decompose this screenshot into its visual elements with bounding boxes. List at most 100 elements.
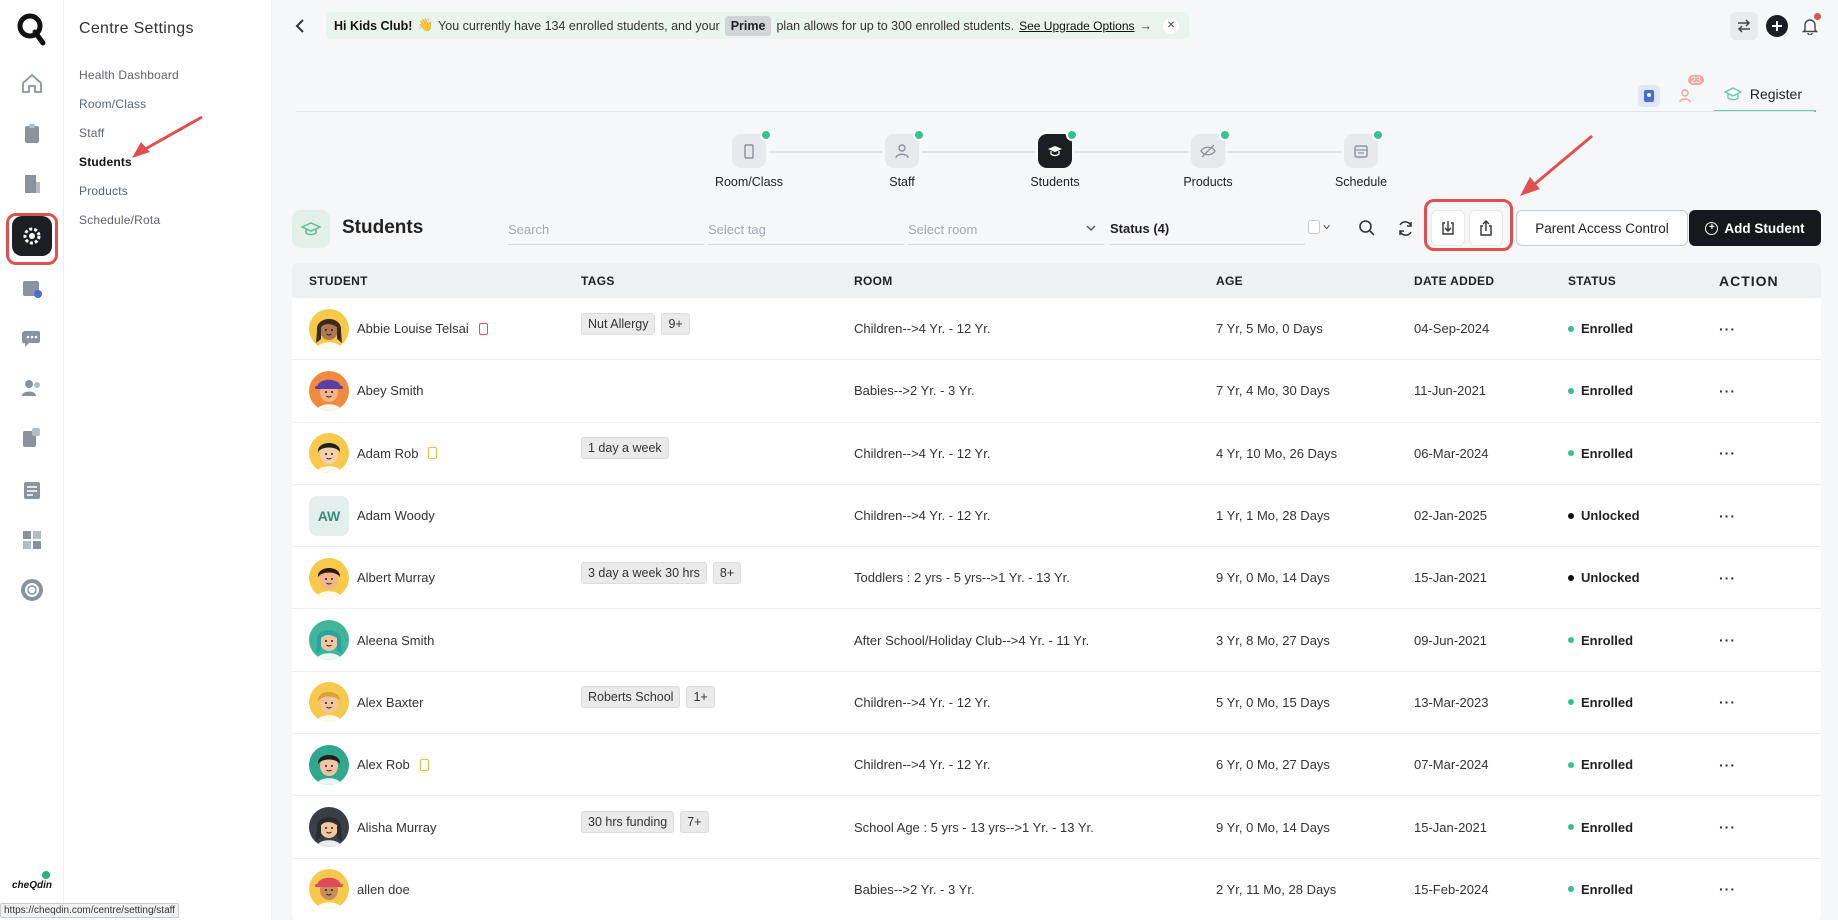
student-name[interactable]: Alex Rob [357, 757, 410, 772]
student-cell[interactable]: Adam Rob [292, 433, 579, 474]
rail-item-building[interactable] [12, 164, 52, 204]
tags-cell: 3 day a week 30 hrs 8+ [579, 561, 854, 584]
sidebar-item-staff[interactable]: Staff [79, 126, 104, 140]
student-name[interactable]: Alex Baxter [357, 695, 423, 710]
table-row[interactable]: Alisha Murray 30 hrs funding 7+ School Age … [292, 796, 1821, 859]
rail-item-home[interactable] [12, 64, 52, 104]
row-actions-button[interactable]: ··· [1714, 881, 1814, 897]
table-row[interactable]: Alex Baxter Roberts School 1+ Children-->4 … [292, 672, 1821, 735]
table-row[interactable]: Abey Smith Babies-->2 Yr. - 3 Yr. 7 Yr, 4 … [292, 360, 1821, 423]
refresh-button[interactable] [1388, 210, 1422, 246]
select-all-checkbox[interactable] [1308, 216, 1330, 238]
student-cell[interactable]: Alex Baxter [292, 682, 579, 723]
student-cell[interactable]: Alisha Murray [292, 807, 579, 848]
medical-note-icon [419, 758, 429, 771]
id-card-tab[interactable] [1637, 85, 1660, 107]
row-actions-button[interactable]: ··· [1714, 632, 1814, 648]
register-tab[interactable]: Register [1713, 80, 1816, 112]
student-cell[interactable]: Abey Smith [292, 370, 579, 411]
row-actions-button[interactable]: ··· [1714, 694, 1814, 710]
table-row[interactable]: allen doe Babies-->2 Yr. - 3 Yr. 2 Yr, 11 … [292, 859, 1821, 920]
close-banner-button[interactable]: ✕ [1163, 17, 1180, 34]
swap-icon [1737, 19, 1751, 33]
student-cell[interactable]: Abbie Louise Telsai [292, 308, 579, 349]
status-cell: Enrolled [1568, 695, 1714, 710]
step-staff[interactable]: Staff [847, 129, 957, 189]
student-name[interactable]: Aleena Smith [357, 633, 434, 648]
rail-item-support[interactable] [12, 570, 52, 610]
sidebar-item-products[interactable]: Products [79, 184, 128, 198]
rail-item-clipboard[interactable] [12, 114, 52, 154]
student-cell[interactable]: Alex Rob [292, 744, 579, 785]
rail-item-checklist[interactable] [12, 470, 52, 510]
room-cell: School Age : 5 yrs - 13 yrs-->1 Yr. - 13… [854, 819, 1094, 835]
tag-chip: Nut Allergy [581, 312, 656, 335]
student-cell[interactable]: AW Adam Woody [292, 495, 579, 536]
sidebar-item-schedule-rota[interactable]: Schedule/Rota [79, 213, 160, 227]
back-button[interactable] [288, 14, 312, 38]
import-button[interactable] [1431, 210, 1465, 246]
sidebar-item-room-class[interactable]: Room/Class [79, 97, 146, 111]
rail-item-grid[interactable] [12, 520, 52, 560]
row-actions-button[interactable]: ··· [1714, 321, 1814, 337]
status-dot [1568, 450, 1574, 457]
notifications-button[interactable] [1796, 12, 1824, 40]
step-schedule[interactable]: Schedule [1306, 129, 1416, 189]
room-select[interactable]: Select room [908, 215, 1104, 245]
row-actions-button[interactable]: ··· [1714, 445, 1814, 461]
attendance-tab[interactable]: 23 [1676, 75, 1704, 107]
table-row[interactable]: AW Adam Woody Children-->4 Yr. - 12 Yr. 1 Y… [292, 485, 1821, 548]
upgrade-link[interactable]: See Upgrade Options [1019, 19, 1134, 33]
status-cell: Unlocked [1568, 508, 1714, 523]
table-row[interactable]: Alex Rob Children-->4 Yr. - 12 Yr. 6 Yr, 0… [292, 734, 1821, 797]
student-name[interactable]: Abbie Louise Telsai [357, 321, 469, 336]
row-actions-button[interactable]: ··· [1714, 757, 1814, 773]
status-filter[interactable]: Status (4) [1110, 215, 1305, 245]
student-cell[interactable]: Albert Murray [292, 557, 579, 598]
tags-cell: 30 hrs funding 7+ [579, 811, 854, 834]
add-student-button[interactable]: + Add Student [1689, 210, 1821, 246]
student-cell[interactable]: Aleena Smith [292, 620, 579, 661]
sidebar-item-health-dashboard[interactable]: Health Dashboard [79, 68, 179, 82]
notification-dot [1814, 13, 1821, 20]
search-button[interactable] [1350, 210, 1384, 246]
table-row[interactable]: Aleena Smith After School/Holiday Club-->… [292, 609, 1821, 672]
wave-emoji: 👋 [417, 18, 434, 32]
date-added-cell: 02-Jan-2025 [1414, 508, 1487, 524]
student-name[interactable]: allen doe [357, 882, 410, 897]
tags-cell: 1 day a week [579, 437, 854, 460]
checkbox[interactable] [1308, 220, 1320, 234]
table-row[interactable]: Adam Rob 1 day a week Children-->4 Yr. - 1… [292, 423, 1821, 485]
step-students[interactable]: Students [1000, 129, 1110, 189]
table-row[interactable]: Abbie Louise Telsai Nut Allergy 9+ Children… [292, 298, 1821, 361]
student-cell[interactable]: allen doe [292, 869, 579, 910]
rail-item-users[interactable] [12, 368, 52, 408]
row-actions-button[interactable]: ··· [1714, 570, 1814, 586]
tag-select[interactable]: Select tag [708, 215, 904, 245]
add-button[interactable] [1766, 15, 1788, 37]
table-row[interactable]: Albert Murray 3 day a week 30 hrs 8+ Toddle… [292, 547, 1821, 610]
rail-item-calendar-check[interactable] [12, 268, 52, 308]
rail-item-chat[interactable] [12, 318, 52, 358]
row-actions-button[interactable]: ··· [1714, 383, 1814, 399]
step-room-class[interactable]: Room/Class [694, 129, 804, 189]
student-name[interactable]: Alisha Murray [357, 820, 436, 835]
step-products[interactable]: Products [1153, 129, 1263, 189]
tags-cell: Nut Allergy 9+ [579, 312, 854, 335]
student-name[interactable]: Adam Woody [357, 508, 435, 523]
sidebar-item-students[interactable]: Students [79, 155, 132, 169]
row-actions-button[interactable]: ··· [1714, 508, 1814, 524]
tags-cell: Roberts School 1+ [579, 686, 854, 709]
check-icon [1372, 129, 1384, 141]
export-button[interactable] [1469, 210, 1503, 246]
calendar-check-icon [23, 281, 42, 298]
student-name[interactable]: Albert Murray [357, 570, 435, 585]
parent-access-control-button[interactable]: Parent Access Control [1516, 210, 1688, 246]
search-input[interactable]: Search [508, 215, 704, 245]
student-name[interactable]: Abey Smith [357, 383, 423, 398]
app-logo-icon[interactable] [16, 12, 48, 46]
student-name[interactable]: Adam Rob [357, 446, 418, 461]
switch-centre-button[interactable] [1730, 12, 1758, 40]
rail-item-notes[interactable] [12, 418, 52, 458]
row-actions-button[interactable]: ··· [1714, 819, 1814, 835]
